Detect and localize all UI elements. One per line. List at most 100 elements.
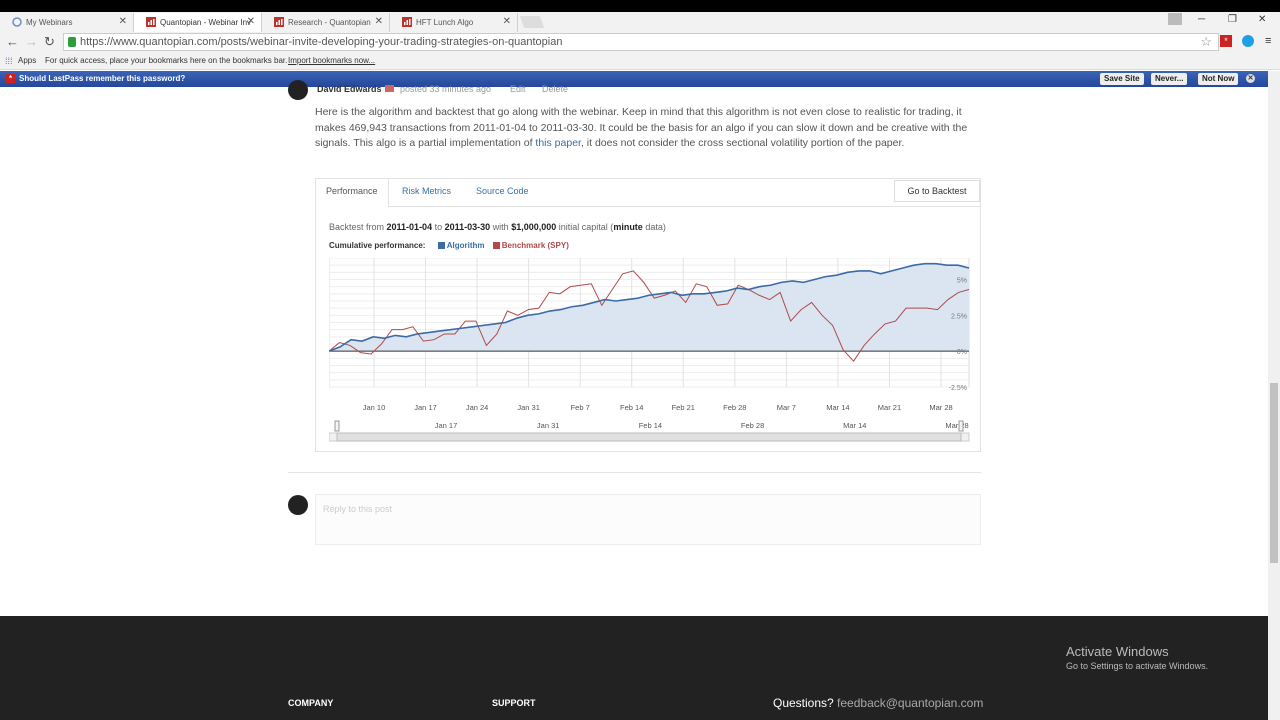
restore-icon[interactable]: ❐ xyxy=(1228,14,1237,25)
browser-toolbar: ← → ↻ https://www.quantopian.com/posts/w… xyxy=(0,32,1280,53)
minimize-icon[interactable]: ─ xyxy=(1198,14,1205,25)
scrollbar-thumb[interactable] xyxy=(1270,383,1278,563)
skype-extension-icon[interactable] xyxy=(1242,35,1254,47)
navigator-tick-label: Jan 17 xyxy=(435,421,458,430)
go-to-backtest-button[interactable]: Go to Backtest xyxy=(894,180,980,202)
tab-label: HFT Lunch Algo xyxy=(416,18,474,27)
navigator-tick-label: Jan 31 xyxy=(537,421,560,430)
y-tick-label: -2.5% xyxy=(949,385,967,392)
menu-icon[interactable]: ≡ xyxy=(1265,35,1271,47)
x-tick-label: Jan 10 xyxy=(363,403,386,412)
legend-algorithm[interactable]: Algorithm xyxy=(447,241,485,250)
x-tick-label: Jan 24 xyxy=(466,403,489,412)
x-tick-label: Mar 14 xyxy=(826,403,849,412)
lock-icon xyxy=(68,37,76,47)
chart-navigator[interactable]: Jan 17 Jan 31 Feb 14 Feb 28 Mar 14 Mar 28 xyxy=(329,420,970,442)
y-tick-label: 0% xyxy=(957,349,967,356)
tab-close-icon[interactable]: ✕ xyxy=(119,16,127,27)
url-text: https://www.quantopian.com/posts/webinar… xyxy=(80,36,563,48)
forward-arrow-icon[interactable]: → xyxy=(25,34,38,49)
windows-activation-watermark: Activate Windows Go to Settings to activ… xyxy=(1066,644,1208,671)
back-arrow-icon[interactable]: ← xyxy=(6,34,19,49)
tab-label: Quantopian - Webinar Inv xyxy=(160,18,252,27)
save-site-button[interactable]: Save Site xyxy=(1100,73,1144,85)
import-bookmarks-link[interactable]: Import bookmarks now... xyxy=(288,56,375,65)
footer-questions: Questions? feedback@quantopian.com xyxy=(773,696,983,710)
close-notification-icon[interactable]: ✕ xyxy=(1246,74,1255,83)
tab-my-webinars[interactable]: My Webinars ✕ xyxy=(0,13,134,32)
apps-grid-icon[interactable]: ⁞⁞⁞ xyxy=(5,56,13,66)
activate-title: Activate Windows xyxy=(1066,644,1169,659)
x-tick-label: Jan 17 xyxy=(414,403,437,412)
navigator-tick-label: Mar 14 xyxy=(843,421,866,430)
tab-close-icon[interactable]: ✕ xyxy=(247,16,255,27)
tab-quantopian-webinar[interactable]: Quantopian - Webinar Inv ✕ xyxy=(134,13,262,32)
edit-link[interactable]: Edit xyxy=(510,84,526,94)
profile-icon[interactable] xyxy=(1168,13,1182,25)
footer-support[interactable]: SUPPORT xyxy=(492,698,536,708)
navigator-right-handle xyxy=(958,420,964,432)
cumulative-label: Cumulative performance: xyxy=(329,241,426,250)
navigator-left-handle xyxy=(334,420,340,432)
y-tick-label: 2.5% xyxy=(951,313,967,320)
lastpass-notification-bar: * Should LastPass remember this password… xyxy=(0,71,1268,87)
reply-input[interactable]: Reply to this post xyxy=(315,494,981,545)
navigator-tick-label: Feb 28 xyxy=(741,421,764,430)
never-button[interactable]: Never... xyxy=(1151,73,1188,85)
lastpass-extension-icon[interactable]: * xyxy=(1220,35,1232,47)
bt-from-label: Backtest from xyxy=(329,222,385,232)
activate-subtitle: Go to Settings to activate Windows. xyxy=(1066,661,1209,671)
author-name[interactable]: David Edwards xyxy=(317,84,382,94)
not-now-button[interactable]: Not Now xyxy=(1198,73,1239,85)
posted-time: posted 33 minutes ago xyxy=(400,84,492,94)
lastpass-message: Should LastPass remember this password? xyxy=(19,74,186,83)
browser-tabstrip: My Webinars ✕ Quantopian - Webinar Inv ✕… xyxy=(0,0,1280,32)
tab-hft-lunch-algo[interactable]: HFT Lunch Algo ✕ xyxy=(390,13,518,32)
lastpass-icon: * xyxy=(6,74,15,83)
bt-with-label: with xyxy=(492,222,509,232)
reload-icon[interactable]: ↻ xyxy=(44,34,55,50)
window-close-icon[interactable]: ✕ xyxy=(1258,14,1266,25)
tab-label: My Webinars xyxy=(26,18,73,27)
bt-initial-capital-label: initial capital ( xyxy=(558,222,614,232)
webinar-favicon-icon xyxy=(12,17,22,27)
bookmarks-hint: For quick access, place your bookmarks h… xyxy=(45,56,288,65)
tab-divider xyxy=(388,206,981,207)
tab-performance[interactable]: Performance xyxy=(326,186,378,196)
x-axis-ticks: Jan 10 Jan 17 Jan 24 Jan 31 Feb 7 Feb 14 Feb 2… xyxy=(363,403,953,412)
bt-data-suffix: data) xyxy=(645,222,666,232)
tab-risk-metrics[interactable]: Risk Metrics xyxy=(402,186,451,196)
tab-research[interactable]: Research - Quantopian ✕ xyxy=(262,13,390,32)
performance-chart[interactable]: 5% 2.5% 0% -2.5% Jan 10 Jan 17 Jan 24 Jan 31 Fe… xyxy=(329,258,971,443)
x-tick-label: Mar 21 xyxy=(878,403,901,412)
tab-close-icon[interactable]: ✕ xyxy=(375,16,383,27)
navigator-tick-label: Feb 14 xyxy=(639,421,662,430)
y-tick-label: 5% xyxy=(957,278,967,285)
tab-label: Research - Quantopian xyxy=(288,18,371,27)
legend-algorithm-swatch xyxy=(437,242,445,249)
address-bar[interactable]: https://www.quantopian.com/posts/webinar… xyxy=(63,33,1219,51)
footer-company[interactable]: COMPANY xyxy=(288,698,333,708)
tab-source-code[interactable]: Source Code xyxy=(476,186,529,196)
page-scrollbar[interactable] xyxy=(1268,71,1280,720)
bt-start-date: 2011-01-04 xyxy=(386,222,433,232)
legend-benchmark-swatch xyxy=(492,242,500,249)
backtest-embed: Performance Risk Metrics Source Code Go … xyxy=(315,178,981,452)
paper-link[interactable]: this paper xyxy=(535,137,581,149)
apps-link[interactable]: Apps xyxy=(18,56,36,65)
tab-close-icon[interactable]: ✕ xyxy=(503,16,511,27)
new-tab-button[interactable] xyxy=(519,16,545,28)
post-body: Here is the algorithm and backtest that … xyxy=(315,105,985,152)
x-tick-label: Jan 31 xyxy=(517,403,540,412)
legend-benchmark[interactable]: Benchmark (SPY) xyxy=(502,241,569,250)
x-tick-label: Mar 7 xyxy=(777,403,796,412)
author-avatar[interactable] xyxy=(288,80,308,100)
bt-to-label: to xyxy=(434,222,443,232)
delete-link[interactable]: Delete xyxy=(542,84,568,94)
feedback-email-link[interactable]: feedback@quantopian.com xyxy=(837,696,983,710)
navigator-tick-label: Mar 28 xyxy=(945,421,968,430)
x-tick-label: Feb 7 xyxy=(571,403,590,412)
quantopian-favicon-icon xyxy=(146,17,156,27)
x-tick-label: Feb 21 xyxy=(672,403,695,412)
star-icon[interactable]: ☆ xyxy=(1200,34,1212,50)
